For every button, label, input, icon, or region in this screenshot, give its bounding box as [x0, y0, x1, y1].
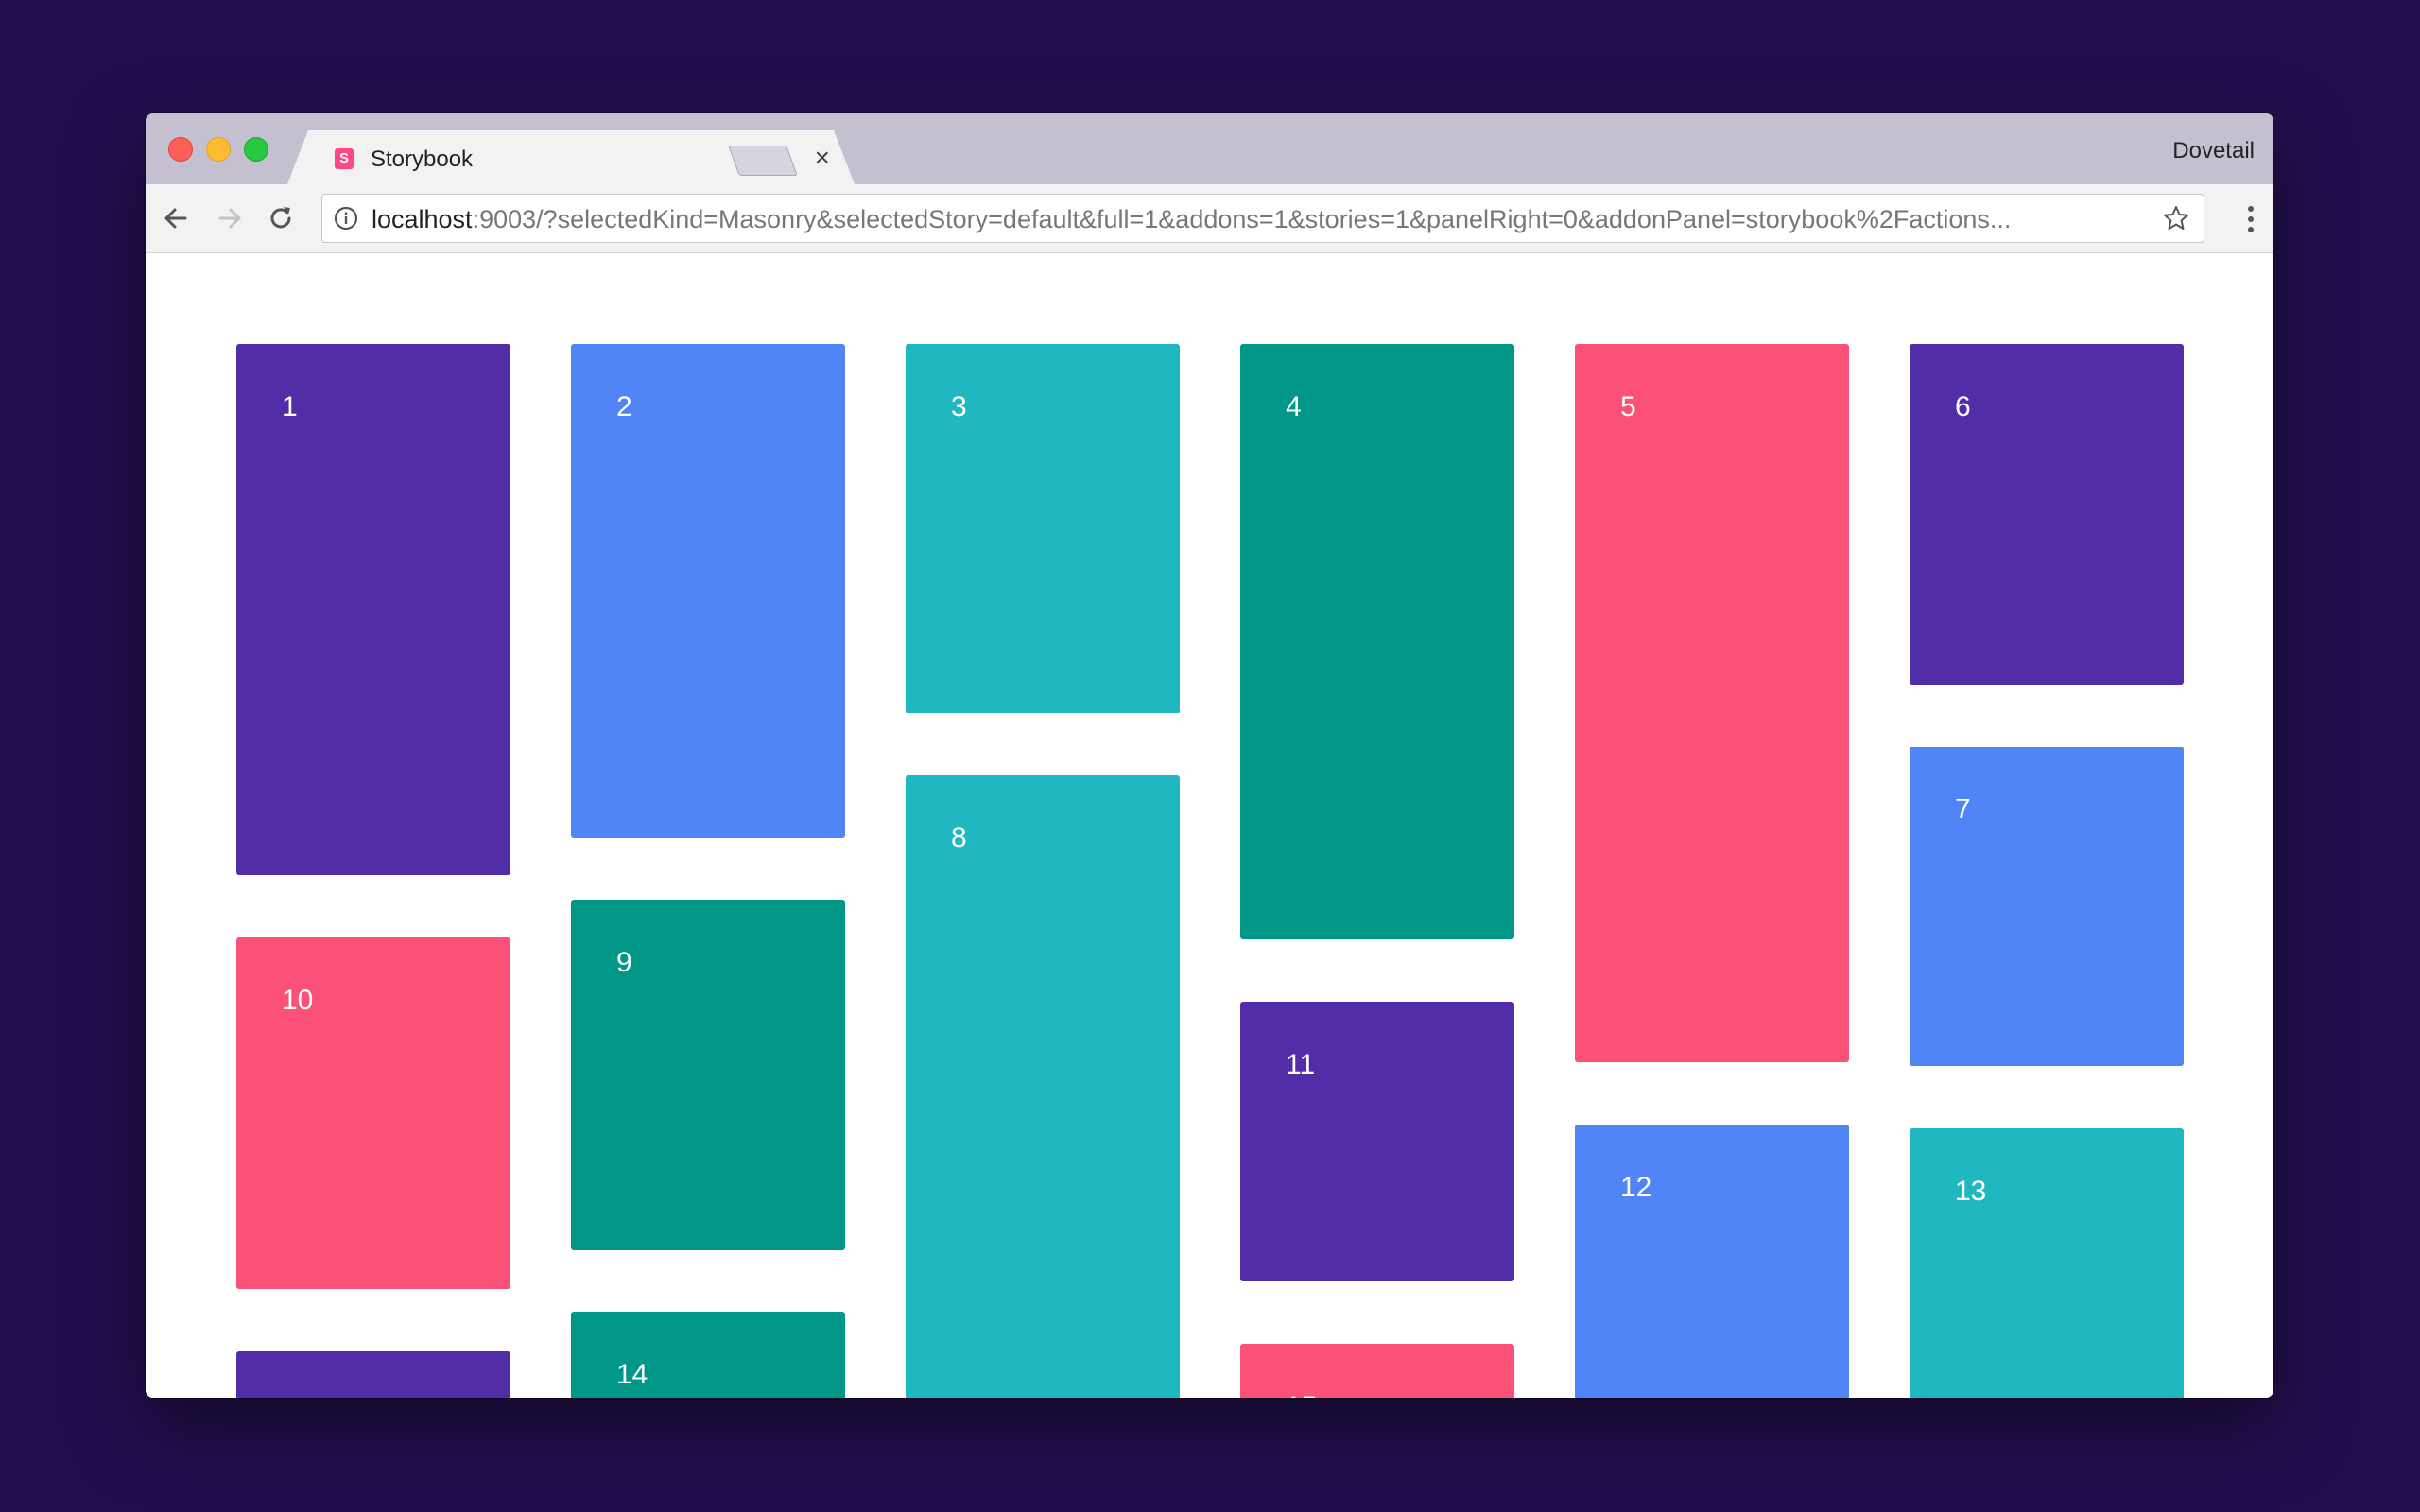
masonry-card-2: 2	[571, 344, 845, 838]
card-label: 8	[951, 822, 967, 853]
title-bar: S Storybook × Dovetail	[146, 113, 2273, 184]
browser-toolbar: localhost:9003/?selectedKind=Masonry&sel…	[146, 184, 2273, 253]
close-window-button[interactable]	[168, 137, 193, 162]
address-bar[interactable]: localhost:9003/?selectedKind=Masonry&sel…	[321, 194, 2204, 243]
masonry-card-9: 9	[571, 900, 845, 1250]
card-label: 15	[1286, 1391, 1317, 1398]
masonry-content: 1 2 3 4 5 6 7 8 9 10 11 12 13 14 15	[146, 253, 2273, 1398]
masonry-card-16	[236, 1351, 510, 1398]
card-label: 2	[616, 391, 632, 422]
card-label: 3	[951, 391, 967, 422]
forward-arrow-icon[interactable]	[215, 203, 245, 233]
masonry-card-5: 5	[1575, 344, 1849, 1062]
card-label: 9	[616, 947, 632, 978]
url-text[interactable]: localhost:9003/?selectedKind=Masonry&sel…	[372, 205, 2149, 234]
profile-name[interactable]: Dovetail	[2172, 138, 2255, 164]
masonry-card-3: 3	[906, 344, 1180, 713]
masonry-card-13: 13	[1910, 1128, 2184, 1398]
browser-window: S Storybook × Dovetail localhost:9003/?s…	[146, 113, 2273, 1398]
card-label: 12	[1620, 1172, 1652, 1203]
tab-close-icon[interactable]: ×	[815, 144, 830, 172]
masonry-card-6: 6	[1910, 344, 2184, 685]
masonry-card-14: 14	[571, 1312, 845, 1398]
masonry-card-10: 10	[236, 937, 510, 1289]
kebab-menu-icon[interactable]	[2247, 205, 2255, 233]
card-label: 11	[1286, 1049, 1316, 1080]
star-icon[interactable]	[2162, 204, 2190, 232]
card-label: 6	[1955, 391, 1971, 422]
info-icon[interactable]	[334, 206, 358, 231]
card-label: 1	[282, 391, 298, 422]
url-host: localhost	[372, 205, 473, 233]
card-label: 14	[616, 1359, 648, 1390]
card-label: 10	[282, 985, 314, 1016]
masonry-card-7: 7	[1910, 747, 2184, 1066]
masonry-card-11: 11	[1240, 1002, 1514, 1281]
masonry-card-4: 4	[1240, 344, 1514, 939]
masonry-card-8: 8	[906, 775, 1180, 1398]
reload-icon[interactable]	[266, 203, 296, 233]
url-path: :9003/?selectedKind=Masonry&selectedStor…	[472, 205, 2012, 233]
card-label: 7	[1955, 794, 1971, 825]
new-tab-button[interactable]	[728, 146, 798, 176]
masonry-card-15: 15	[1240, 1344, 1514, 1398]
masonry-card-1: 1	[236, 344, 510, 875]
storybook-favicon-icon: S	[335, 148, 354, 169]
maximize-window-button[interactable]	[244, 137, 268, 162]
card-label: 5	[1620, 391, 1636, 422]
tab-title: Storybook	[371, 146, 474, 172]
card-label: 4	[1286, 391, 1302, 422]
masonry-card-12: 12	[1575, 1125, 1849, 1398]
minimize-window-button[interactable]	[206, 137, 231, 162]
back-arrow-icon[interactable]	[161, 203, 191, 233]
card-label: 13	[1955, 1176, 1987, 1207]
